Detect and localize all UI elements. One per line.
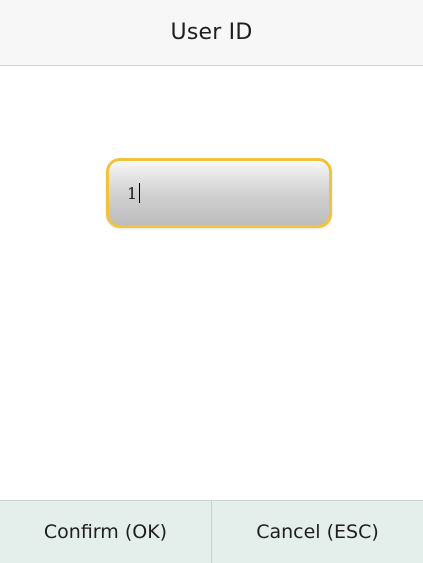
- page-title: User ID: [170, 20, 253, 45]
- user-id-value: 1: [127, 183, 138, 203]
- user-id-input[interactable]: 1: [106, 158, 332, 228]
- user-id-screen: User ID 1 Confirm (OK) Cancel (ESC): [0, 0, 423, 563]
- page-header: User ID: [0, 0, 423, 66]
- confirm-button[interactable]: Confirm (OK): [0, 501, 211, 563]
- footer-button-bar: Confirm (OK) Cancel (ESC): [0, 500, 423, 563]
- content-area: 1: [0, 66, 423, 500]
- text-caret: [139, 183, 141, 203]
- cancel-button[interactable]: Cancel (ESC): [212, 501, 423, 563]
